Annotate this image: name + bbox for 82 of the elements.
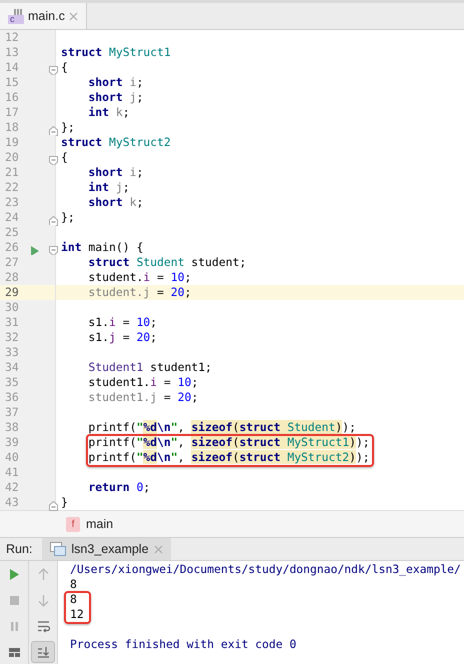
- fold-icon[interactable]: [49, 500, 58, 511]
- line-number: 18: [4, 120, 20, 135]
- line-number: 14: [4, 60, 20, 75]
- line-number: 38: [4, 420, 20, 435]
- line-number: 37: [4, 405, 20, 420]
- output-line: 12: [70, 607, 84, 621]
- line-number: 21: [4, 165, 20, 180]
- down-arrow-icon: [36, 592, 51, 608]
- code-line: {: [61, 60, 68, 74]
- fold-icon[interactable]: [49, 66, 58, 76]
- console-icon: [50, 542, 66, 556]
- line-number: 13: [4, 45, 20, 60]
- fold-icon[interactable]: [49, 216, 58, 226]
- line-number: 23: [4, 195, 20, 210]
- line-number: 40: [4, 450, 20, 465]
- code-line: student1.i = 10;: [87, 375, 198, 389]
- fold-icon[interactable]: [49, 246, 58, 256]
- status-message: Process finished with exit code 0: [70, 637, 296, 651]
- toolbar-button[interactable]: [31, 641, 55, 663]
- line-number: 41: [4, 465, 20, 480]
- line-number: 28: [4, 270, 20, 285]
- code-line: short i;: [87, 165, 144, 179]
- code-line: printf("%d\n", sizeof(struct MyStruct1));: [87, 435, 370, 449]
- code-line: int j;: [87, 180, 130, 194]
- code-line: s1.i = 10;: [87, 315, 158, 329]
- breadcrumb-item[interactable]: main: [86, 514, 114, 534]
- code-line: student.j = 20;: [87, 285, 192, 299]
- line-number: 29: [4, 285, 20, 300]
- close-icon[interactable]: [68, 12, 78, 20]
- fold-icon[interactable]: [49, 156, 58, 166]
- wrap-icon: [36, 618, 51, 634]
- line-number: 42: [4, 480, 20, 495]
- command-path: /Users/xiongwei/Documents/study/dongnao/ndk/lsn3_example/: [70, 562, 461, 576]
- line-number: 12: [4, 30, 20, 45]
- function-icon: f: [66, 516, 80, 532]
- run-tab[interactable]: lsn3_example: [42, 538, 171, 560]
- line-number: 27: [4, 255, 20, 270]
- code-line: printf("%d\n", sizeof(struct MyStruct2));: [87, 450, 370, 464]
- code-line: }: [61, 495, 68, 509]
- code-line: s1.j = 20;: [87, 330, 158, 344]
- code-line: short i;: [87, 75, 144, 89]
- line-number: 31: [4, 315, 20, 330]
- code-line: struct MyStruct1: [61, 45, 171, 59]
- line-number: 33: [4, 345, 20, 360]
- code-line: short j;: [87, 90, 144, 104]
- line-number: 34: [4, 360, 20, 375]
- line-number: 19: [4, 135, 20, 150]
- line-number: 22: [4, 180, 20, 195]
- line-number: 16: [4, 90, 20, 105]
- output-line: 8: [70, 577, 77, 591]
- line-number: 25: [4, 225, 20, 240]
- line-number: 39: [4, 435, 20, 450]
- output-line: 8: [70, 592, 77, 606]
- panel-title: Run:: [5, 540, 34, 558]
- line-number: 24: [4, 210, 20, 225]
- code-line: int main() {: [61, 240, 144, 254]
- file-tab[interactable]: c main.c: [0, 3, 87, 29]
- run-icon[interactable]: [31, 246, 39, 256]
- code-line: {: [61, 150, 68, 164]
- line-number: 17: [4, 105, 20, 120]
- code-line: struct Student student;: [87, 255, 246, 269]
- code-line: struct MyStruct2: [61, 135, 171, 149]
- line-number: 43: [4, 495, 20, 510]
- code-line: int k;: [87, 105, 130, 119]
- code-line: printf("%d\n", sizeof(struct Student));: [87, 420, 356, 434]
- code-line: };: [61, 210, 75, 224]
- line-number: 30: [4, 300, 20, 315]
- code-line: student.i = 10;: [87, 270, 192, 284]
- line-number: 20: [4, 150, 20, 165]
- code-line: student1.j = 20;: [87, 390, 198, 404]
- code-line: short k;: [87, 195, 144, 209]
- scroll-to-end-icon: [36, 644, 50, 660]
- code-line: Student1 student1;: [87, 360, 212, 374]
- line-number: 26: [4, 240, 20, 255]
- code-line: };: [61, 120, 75, 134]
- code-line: return 0;: [87, 480, 150, 494]
- line-number: 36: [4, 390, 20, 405]
- line-number: 32: [4, 330, 20, 345]
- fold-icon[interactable]: [49, 126, 58, 136]
- line-number: 35: [4, 375, 20, 390]
- line-number: 15: [4, 75, 20, 90]
- up-arrow-icon: [36, 566, 51, 582]
